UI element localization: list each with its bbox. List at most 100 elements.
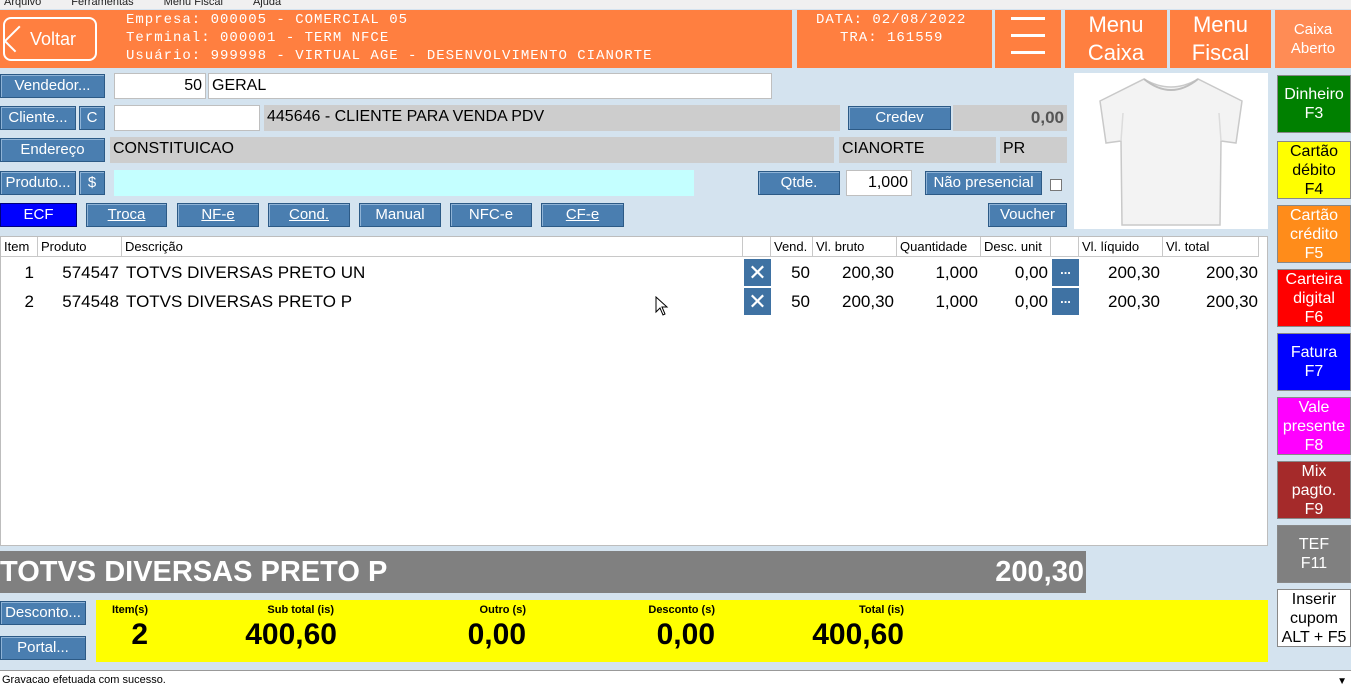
terminal-label: Terminal: 000001 - TERM NFCE <box>126 30 390 46</box>
hamburger-button[interactable] <box>995 10 1061 68</box>
cell-vl-bruto: 200,30 <box>842 263 894 282</box>
desconto-button[interactable]: Desconto... <box>0 601 86 625</box>
payment-shortcut: F4 <box>1304 180 1324 198</box>
endereco-field: CONSTITUICAO <box>110 137 834 163</box>
payment-shortcut: F5 <box>1304 244 1324 262</box>
col-quantidade: Quantidade <box>897 237 981 257</box>
col-vl-total: Vl. total <box>1163 237 1259 257</box>
qtde-field[interactable]: 1,000 <box>846 170 912 196</box>
payment-label: Mix pagto. <box>1291 462 1337 499</box>
caixa-status: Caixa Aberto <box>1275 10 1351 68</box>
cartao-credito-button[interactable]: Cartão crédito F5 <box>1277 205 1351 263</box>
cliente-c-button[interactable]: C <box>79 106 105 130</box>
date-info: DATA: 02/08/2022 TRA: 161559 <box>816 11 986 47</box>
tab-manual[interactable]: Manual <box>359 203 441 227</box>
qtde-button[interactable]: Qtde. <box>758 171 840 195</box>
cell-descricao: TOTVS DIVERSAS PRETO P <box>126 292 353 311</box>
cell-vl-total: 200,30 <box>1206 263 1258 282</box>
tab-nfe[interactable]: NF-e <box>177 203 259 227</box>
menu-fiscal-button[interactable]: Menu Fiscal <box>1170 10 1271 68</box>
tab-troca[interactable]: Troca <box>86 203 167 227</box>
current-item-value: 200,30 <box>995 556 1084 588</box>
cell-item: 2 <box>24 292 34 311</box>
col-item: Item <box>1 237 38 257</box>
menu-fiscal[interactable]: Menu Fiscal <box>160 0 223 8</box>
tab-cond[interactable]: Cond. <box>268 203 350 227</box>
back-button[interactable]: Voltar <box>3 17 97 61</box>
voucher-button[interactable]: Voucher <box>988 203 1067 227</box>
menu-bar: Arquivo Ferramentas Menu Fiscal Ajuda <box>0 0 1351 9</box>
dinheiro-button[interactable]: Dinheiro F3 <box>1277 75 1351 133</box>
vendedor-button[interactable]: Vendedor... <box>0 74 105 98</box>
total-label: Total (is) <box>858 604 904 616</box>
table-row[interactable]: 1 574547 TOTVS DIVERSAS PRETO UN ✕ 50 20… <box>1 259 1267 287</box>
cell-vend: 50 <box>791 263 810 282</box>
payment-label: Cartão crédito <box>1289 206 1339 243</box>
col-more <box>1051 237 1079 257</box>
cell-quantidade: 1,000 <box>935 292 978 311</box>
col-remove <box>743 237 771 257</box>
payment-shortcut: F7 <box>1304 363 1324 380</box>
menu-ajuda[interactable]: Ajuda <box>249 0 281 8</box>
payment-shortcut: F11 <box>1300 555 1328 572</box>
payment-label: Fatura <box>1290 344 1338 361</box>
menu-arquivo[interactable]: Arquivo <box>0 0 41 8</box>
cartao-debito-button[interactable]: Cartão débito F4 <box>1277 141 1351 199</box>
mouse-cursor-icon <box>655 296 669 316</box>
product-image <box>1074 73 1268 229</box>
credev-value-field: 0,00 <box>953 105 1067 131</box>
tab-ecf[interactable]: ECF <box>0 203 77 227</box>
usuario-label: Usuário: 999998 - VIRTUAL AGE - DESENVOL… <box>126 48 653 64</box>
cell-produto: 574548 <box>62 292 119 311</box>
hamburger-icon <box>995 10 1061 54</box>
cliente-code-field[interactable] <box>114 105 260 131</box>
itens-label: Item(s) <box>111 604 148 616</box>
vendedor-name-field[interactable]: GERAL <box>208 73 772 99</box>
cell-produto: 574547 <box>62 263 119 282</box>
col-vend: Vend. <box>771 237 813 257</box>
tef-button[interactable]: TEF F11 <box>1277 525 1351 583</box>
remove-item-close-icon[interactable]: ✕ <box>744 288 771 315</box>
menu-ferramentas[interactable]: Ferramentas <box>67 0 133 8</box>
col-produto: Produto <box>38 237 122 257</box>
status-bar: Gravacao efetuada com sucesso. ▼ <box>0 670 1351 693</box>
table-row[interactable]: 2 574548 TOTVS DIVERSAS PRETO P ✕ 50 200… <box>1 288 1267 316</box>
nao-presencial-button[interactable]: Não presencial <box>925 171 1042 195</box>
carteira-digital-button[interactable]: Carteira digital F6 <box>1277 269 1351 327</box>
item-details-ellipsis-icon[interactable]: ... <box>1052 288 1079 315</box>
cell-vl-bruto: 200,30 <box>842 292 894 311</box>
col-desc-unit: Desc. unit <box>981 237 1051 257</box>
payment-label: Vale presente <box>1282 398 1346 435</box>
portal-button[interactable]: Portal... <box>0 636 86 660</box>
nao-presencial-checkbox[interactable] <box>1050 179 1062 191</box>
remove-item-close-icon[interactable]: ✕ <box>744 259 771 286</box>
cidade-field: CIANORTE <box>839 137 996 163</box>
vendedor-code-field[interactable]: 50 <box>114 73 206 99</box>
payment-label: Carteira digital <box>1285 270 1343 307</box>
tra-label: TRA: 161559 <box>840 30 944 46</box>
inserir-cupom-button[interactable]: Inserir cupom ALT + F5 <box>1277 589 1351 647</box>
fatura-button[interactable]: Fatura F7 <box>1277 333 1351 391</box>
menu-caixa-button[interactable]: Menu Caixa <box>1065 10 1167 68</box>
total-value: 400,60 <box>812 618 904 651</box>
cell-vend: 50 <box>791 292 810 311</box>
tab-cfe[interactable]: CF-e <box>541 203 624 227</box>
credev-button[interactable]: Credev <box>848 106 951 130</box>
company-info: Empresa: 000005 - COMERCIAL 05 Terminal:… <box>126 11 786 65</box>
payment-label: Inserir cupom <box>1289 590 1339 627</box>
status-dropdown-chevron-icon[interactable]: ▼ <box>1337 673 1347 691</box>
produto-button[interactable]: Produto... <box>0 171 76 195</box>
itens-value: 2 <box>131 618 148 651</box>
uf-field: PR <box>1000 137 1067 163</box>
endereco-button[interactable]: Endereço <box>0 138 105 162</box>
cliente-button[interactable]: Cliente... <box>0 106 76 130</box>
tab-nfce[interactable]: NFC-e <box>450 203 532 227</box>
payment-shortcut: F6 <box>1304 308 1324 326</box>
date-label: DATA: 02/08/2022 <box>816 12 967 28</box>
vale-presente-button[interactable]: Vale presente F8 <box>1277 397 1351 455</box>
produto-input[interactable] <box>114 170 694 196</box>
item-details-ellipsis-icon[interactable]: ... <box>1052 259 1079 286</box>
mix-pagto-button[interactable]: Mix pagto. F9 <box>1277 461 1351 519</box>
produto-price-button[interactable]: $ <box>79 171 105 195</box>
payment-label: Dinheiro <box>1284 86 1344 103</box>
